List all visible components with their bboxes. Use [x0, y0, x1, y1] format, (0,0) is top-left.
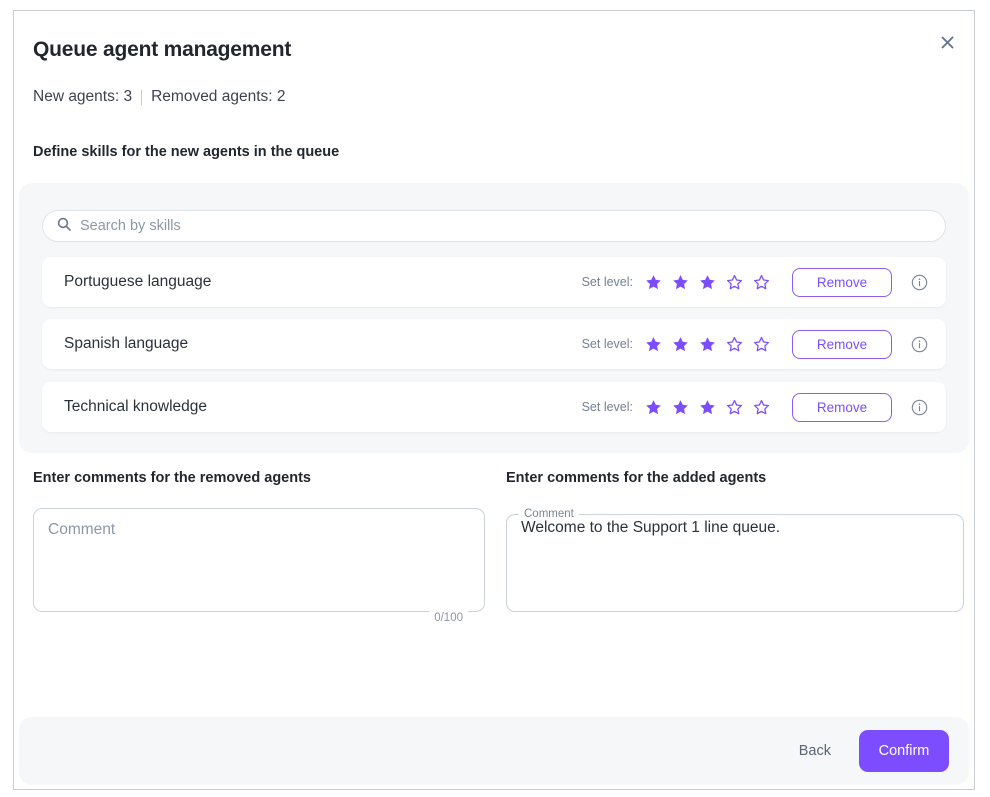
added-agents-comment-section: Enter comments for the added agents Comm… — [506, 470, 971, 612]
dialog-footer: Back Confirm — [19, 717, 969, 785]
info-circle-icon[interactable] — [911, 274, 928, 291]
set-level-label: Set level: — [581, 275, 633, 289]
table-row: Portuguese language Set level: Remove — [42, 257, 946, 307]
skill-name: Spanish language — [64, 335, 189, 352]
table-row: Technical knowledge Set level: Remove — [42, 382, 946, 432]
counts-divider — [141, 89, 143, 105]
removed-agents-comment-section: Enter comments for the removed agents 0/… — [33, 470, 488, 625]
added-comment-heading: Enter comments for the added agents — [506, 470, 767, 486]
confirm-button[interactable]: Confirm — [859, 730, 949, 772]
star-filled-icon[interactable] — [672, 399, 689, 416]
star-outline-icon[interactable] — [753, 274, 770, 291]
added-comment-field: Comment — [506, 508, 964, 612]
search-skills-box[interactable] — [42, 210, 946, 242]
star-filled-icon[interactable] — [645, 336, 662, 353]
set-level-label: Set level: — [581, 337, 633, 351]
star-outline-icon[interactable] — [726, 274, 743, 291]
removed-agents-count: Removed agents: 2 — [151, 88, 286, 105]
skill-level-rating[interactable] — [645, 274, 770, 291]
skill-level-rating[interactable] — [645, 336, 770, 353]
back-button[interactable]: Back — [793, 735, 837, 767]
skill-level-rating[interactable] — [645, 399, 770, 416]
star-filled-icon[interactable] — [699, 274, 716, 291]
star-outline-icon[interactable] — [753, 336, 770, 353]
added-comment-input[interactable] — [507, 518, 963, 602]
queue-agent-management-dialog: Queue agent management New agents: 3 Rem… — [13, 10, 975, 790]
page-title: Queue agent management — [33, 38, 292, 61]
star-filled-icon[interactable] — [699, 336, 716, 353]
agent-counts: New agents: 3 Removed agents: 2 — [33, 88, 286, 106]
new-agents-count: New agents: 3 — [33, 88, 133, 105]
close-icon[interactable] — [932, 27, 962, 57]
star-filled-icon[interactable] — [672, 336, 689, 353]
search-input[interactable] — [80, 218, 931, 234]
removed-comment-input[interactable] — [33, 508, 485, 612]
skill-name: Technical knowledge — [64, 398, 208, 415]
remove-skill-button[interactable]: Remove — [792, 329, 892, 359]
skills-panel: Portuguese language Set level: Remove Sp… — [19, 183, 969, 453]
section-heading: Define skills for the new agents in the … — [33, 144, 340, 160]
removed-comment-heading: Enter comments for the removed agents — [33, 470, 311, 486]
star-outline-icon[interactable] — [753, 399, 770, 416]
star-filled-icon[interactable] — [645, 399, 662, 416]
remove-skill-button[interactable]: Remove — [792, 392, 892, 422]
info-circle-icon[interactable] — [911, 336, 928, 353]
star-outline-icon[interactable] — [726, 399, 743, 416]
star-filled-icon[interactable] — [699, 399, 716, 416]
search-icon — [57, 217, 71, 236]
character-counter: 0/100 — [429, 611, 468, 625]
skill-name: Portuguese language — [64, 273, 212, 290]
table-row: Spanish language Set level: Remove — [42, 319, 946, 369]
star-filled-icon[interactable] — [672, 274, 689, 291]
info-circle-icon[interactable] — [911, 399, 928, 416]
set-level-label: Set level: — [581, 400, 633, 414]
star-filled-icon[interactable] — [645, 274, 662, 291]
removed-comment-wrapper: 0/100 — [33, 508, 488, 625]
remove-skill-button[interactable]: Remove — [792, 267, 892, 297]
star-outline-icon[interactable] — [726, 336, 743, 353]
